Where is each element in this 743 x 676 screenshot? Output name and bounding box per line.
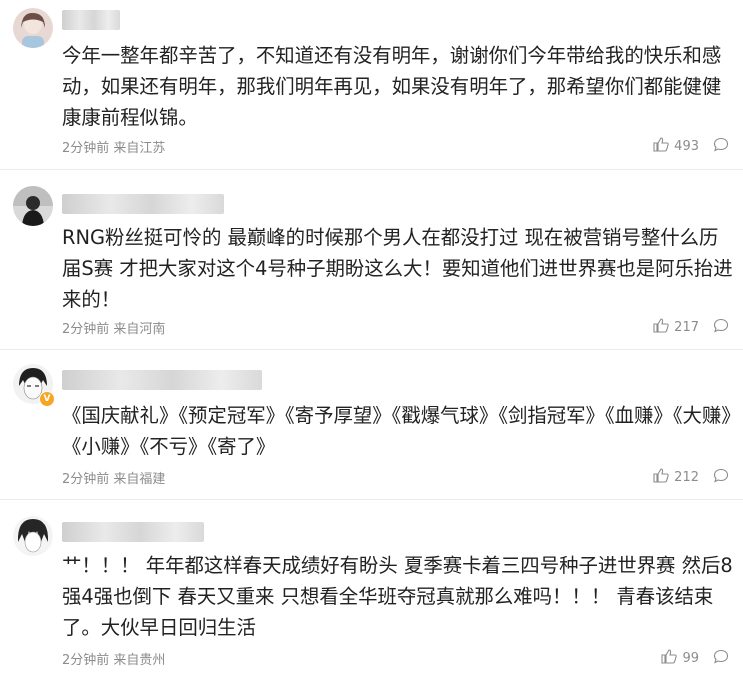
comment-time: 2分钟前	[62, 322, 110, 337]
comment-location: 来自贵州	[113, 653, 166, 668]
reply-button[interactable]	[713, 318, 729, 337]
comment-item: V 《国庆献礼》《预定冠军》《寄予厚望》《戳爆气球》《剑指冠军》《血赚》《大赚》…	[0, 350, 743, 500]
thumbs-up-icon	[653, 137, 674, 156]
avatar[interactable]	[13, 8, 53, 48]
comment-bubble-icon	[713, 468, 729, 487]
like-count: 99	[682, 651, 699, 666]
comment-text: 《国庆献礼》《预定冠军》《寄予厚望》《戳爆气球》《剑指冠军》《血赚》《大赚》《小…	[62, 404, 731, 458]
comment-actions: 493	[653, 137, 729, 156]
comment-actions: 99	[661, 649, 729, 668]
comment-item: RNG粉丝挺可怜的 最巅峰的时候那个男人在都没打过 现在被营销号整什么历届S赛 …	[0, 170, 743, 350]
comment-actions: 217	[653, 318, 729, 337]
reply-button[interactable]	[713, 137, 729, 156]
comment-text: 今年一整年都辛苦了，不知道还有没有明年，谢谢你们今年带给我的快乐和感动，如果还有…	[62, 44, 722, 129]
comment-bubble-icon	[713, 649, 729, 668]
comment-meta: 2分钟前 来自贵州	[62, 649, 165, 668]
comment-time: 2分钟前	[62, 141, 110, 156]
like-count: 212	[674, 470, 699, 485]
thumbs-up-icon	[653, 468, 674, 487]
comment-meta: 2分钟前 来自福建	[62, 468, 165, 487]
reply-button[interactable]	[713, 468, 729, 487]
avatar[interactable]	[13, 186, 53, 226]
username-blurred[interactable]	[62, 370, 262, 390]
like-button[interactable]: 212	[653, 468, 699, 487]
comment-bubble-icon	[713, 137, 729, 156]
like-count: 217	[674, 320, 699, 335]
username-blurred[interactable]	[62, 10, 120, 30]
comment-location: 来自江苏	[113, 141, 166, 156]
reply-button[interactable]	[713, 649, 729, 668]
like-button[interactable]: 493	[653, 137, 699, 156]
comment-item: 今年一整年都辛苦了，不知道还有没有明年，谢谢你们今年带给我的快乐和感动，如果还有…	[0, 0, 743, 170]
comment-actions: 212	[653, 468, 729, 487]
comment-text: RNG粉丝挺可怜的 最巅峰的时候那个男人在都没打过 现在被营销号整什么历届S赛 …	[62, 226, 733, 311]
comment-text: 艹！！！ 年年都这样春天成绩好有盼头 夏季赛卡着三四号种子进世界赛 然后8强4强…	[62, 554, 733, 639]
comment-meta: 2分钟前 来自河南	[62, 318, 165, 337]
verified-badge-icon: V	[39, 391, 55, 407]
comment-time: 2分钟前	[62, 472, 110, 487]
username-blurred[interactable]	[62, 194, 224, 214]
thumbs-up-icon	[653, 318, 674, 337]
comment-time: 2分钟前	[62, 653, 110, 668]
avatar[interactable]	[13, 516, 53, 556]
comment-bubble-icon	[713, 318, 729, 337]
comment-location: 来自福建	[113, 472, 166, 487]
like-button[interactable]: 217	[653, 318, 699, 337]
username-blurred[interactable]	[62, 522, 204, 542]
like-count: 493	[674, 139, 699, 154]
thumbs-up-icon	[661, 649, 682, 668]
comment-meta: 2分钟前 来自江苏	[62, 137, 165, 156]
comment-item: 艹！！！ 年年都这样春天成绩好有盼头 夏季赛卡着三四号种子进世界赛 然后8强4强…	[0, 500, 743, 676]
comment-location: 来自河南	[113, 322, 166, 337]
like-button[interactable]: 99	[661, 649, 699, 668]
